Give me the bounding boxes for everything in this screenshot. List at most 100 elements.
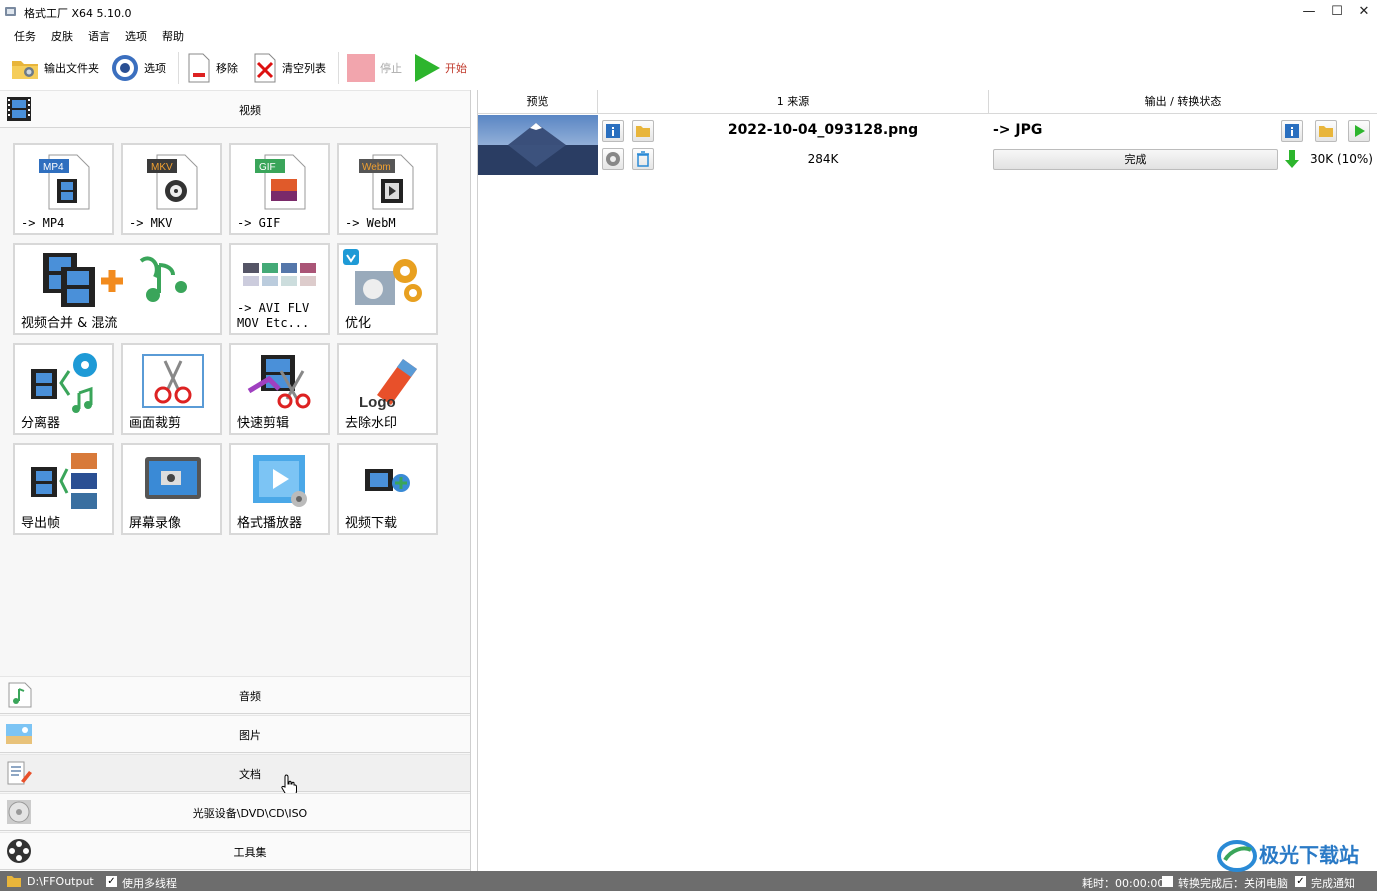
- menu-task[interactable]: 任务: [14, 28, 36, 44]
- source-filesize: 284K: [807, 152, 839, 166]
- category-video[interactable]: 视频: [0, 90, 470, 128]
- svg-text:MKV: MKV: [151, 162, 173, 173]
- svg-text:GIF: GIF: [259, 162, 276, 173]
- output-path[interactable]: D:\FFOutput: [27, 875, 94, 888]
- multithread-label: 使用多线程: [122, 877, 177, 890]
- category-panel: 视频 MP4 -> MP4 MKV -> MKV GIF -> GIF Webm…: [0, 90, 471, 871]
- source-filename: 2022-10-04_093128.png: [727, 122, 919, 138]
- menu-skin[interactable]: 皮肤: [51, 28, 73, 44]
- menu-help[interactable]: 帮助: [162, 28, 184, 44]
- tool-quick-clip[interactable]: 快速剪辑: [229, 343, 330, 435]
- notify-checkbox[interactable]: ✓: [1295, 876, 1306, 887]
- tool-export-frames[interactable]: 导出帧: [13, 443, 114, 535]
- tool-to-gif[interactable]: GIF -> GIF: [229, 143, 330, 235]
- category-document[interactable]: 文档: [0, 754, 470, 796]
- stop-button[interactable]: 停止: [346, 52, 402, 84]
- title-bar: 格式工厂 X64 5.10.0 — ☐ ✕: [0, 0, 1377, 24]
- conversion-status-bar: 完成: [993, 149, 1278, 170]
- folder-icon: [7, 876, 21, 887]
- tool-to-avi-flv-mov[interactable]: -> AVI FLV MOV Etc...: [229, 243, 330, 335]
- svg-text:MP4: MP4: [43, 162, 64, 173]
- tool-remove-watermark[interactable]: Logo 去除水印: [337, 343, 438, 435]
- preview-thumbnail: [478, 115, 598, 175]
- category-disc[interactable]: 光驱设备\DVD\CD\ISO: [0, 793, 470, 831]
- multithread-checkbox[interactable]: ✓: [106, 876, 117, 887]
- category-label: 文档: [239, 768, 261, 781]
- optimize-gear-icon: [343, 249, 422, 305]
- webm-file-icon: Webm: [359, 154, 414, 210]
- maximize-button[interactable]: ☐: [1324, 2, 1350, 22]
- minimize-button[interactable]: —: [1296, 2, 1322, 22]
- menu-options[interactable]: 选项: [125, 28, 147, 44]
- tool-to-webm[interactable]: Webm -> WebM: [337, 143, 438, 235]
- output-format: -> JPG: [993, 122, 1043, 138]
- play-icon: [415, 54, 440, 82]
- eraser-icon: Logo: [359, 359, 417, 411]
- output-info-button[interactable]: [1281, 120, 1303, 142]
- folder-icon: [12, 61, 38, 79]
- stop-icon: [347, 54, 375, 82]
- toolbar-separator: [178, 52, 179, 84]
- column-header-source[interactable]: 1 来源: [598, 90, 989, 114]
- tool-format-player[interactable]: 格式播放器: [229, 443, 330, 535]
- app-icon: [5, 7, 16, 16]
- start-button[interactable]: 开始: [413, 52, 467, 84]
- menu-bar: 任务 皮肤 语言 选项 帮助: [0, 24, 1377, 46]
- gear-icon: [112, 55, 138, 81]
- info-icon: [1285, 124, 1299, 138]
- window-title: 格式工厂 X64 5.10.0: [24, 7, 132, 20]
- tool-merge-mux[interactable]: 视频合并 & 混流: [13, 243, 222, 335]
- splitter-icon: [31, 353, 97, 413]
- svg-text:极光下载站: 极光下载站: [1259, 843, 1359, 867]
- play-output-button[interactable]: [1348, 120, 1370, 142]
- formats-icon: [243, 263, 316, 286]
- close-button[interactable]: ✕: [1351, 2, 1377, 22]
- watermark-logo: 极光下载站: [1217, 840, 1359, 872]
- task-list: 预览 1 来源 输出 / 转换状态 2022-10-04_093128.png …: [477, 90, 1377, 871]
- player-icon: [253, 455, 307, 507]
- output-folder-button[interactable]: 输出文件夹: [10, 52, 99, 84]
- mp4-file-icon: MP4: [39, 154, 90, 210]
- tool-splitter[interactable]: 分离器: [13, 343, 114, 435]
- category-tools[interactable]: 工具集: [0, 832, 470, 870]
- tool-video-download[interactable]: 视频下载: [337, 443, 438, 535]
- category-picture[interactable]: 图片: [0, 715, 470, 753]
- menu-language[interactable]: 语言: [88, 28, 110, 44]
- quick-clip-icon: [247, 355, 311, 409]
- shutdown-label: 转换完成后：关闭电脑: [1178, 877, 1288, 890]
- category-label: 工具集: [233, 846, 267, 859]
- svg-text:Webm: Webm: [362, 162, 391, 173]
- play-icon: [1355, 125, 1365, 137]
- crop-scissors-icon: [142, 354, 204, 408]
- tool-to-mkv[interactable]: MKV -> MKV: [121, 143, 222, 235]
- shutdown-checkbox[interactable]: [1162, 876, 1173, 887]
- clear-list-icon: [254, 53, 276, 83]
- tool-to-mp4[interactable]: MP4 -> MP4: [13, 143, 114, 235]
- remove-document-icon: [188, 53, 210, 83]
- notify-label: 完成通知: [1311, 877, 1355, 890]
- video-download-icon: [365, 469, 410, 492]
- screen-record-icon: [145, 457, 201, 499]
- category-label: 光驱设备\DVD\CD\ISO: [192, 807, 308, 820]
- options-button[interactable]: 选项: [110, 52, 166, 84]
- status-bar: D:\FFOutput ✓ 使用多线程 耗时：00:00:00 转换完成后：关闭…: [0, 871, 1377, 891]
- tool-screen-record[interactable]: 屏幕录像: [121, 443, 222, 535]
- output-folder-button[interactable]: [1315, 120, 1337, 142]
- category-audio[interactable]: 音频: [0, 676, 470, 714]
- tool-crop[interactable]: 画面裁剪: [121, 343, 222, 435]
- svg-text:Logo: Logo: [359, 394, 396, 411]
- category-label: 音频: [239, 690, 261, 703]
- column-header-preview[interactable]: 预览: [478, 90, 598, 114]
- clear-list-button[interactable]: 清空列表: [252, 52, 326, 84]
- remove-button[interactable]: 移除: [186, 52, 238, 84]
- elapsed-time: 耗时：00:00:00: [1082, 877, 1165, 890]
- gif-file-icon: GIF: [255, 154, 306, 210]
- category-label: 视频: [239, 104, 261, 117]
- toolbar-separator: [338, 52, 339, 84]
- column-header-output[interactable]: 输出 / 转换状态: [989, 90, 1377, 114]
- tool-optimize[interactable]: 优化: [337, 243, 438, 335]
- export-frames-icon: [31, 453, 97, 509]
- mkv-file-icon: MKV: [147, 154, 198, 210]
- size-decrease-arrow-icon: [1285, 150, 1299, 168]
- merge-video-icon: [43, 253, 187, 307]
